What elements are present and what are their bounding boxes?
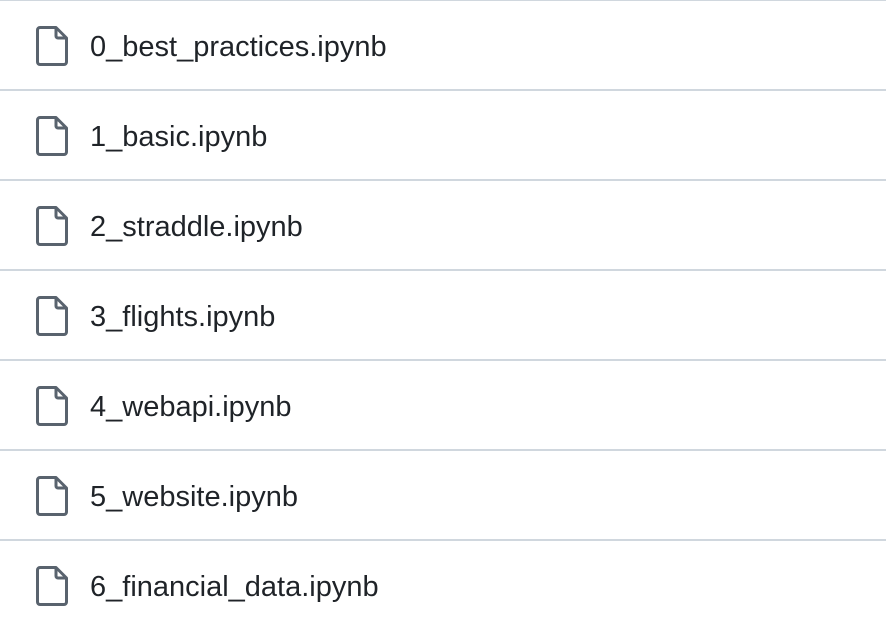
file-link[interactable]: 5_website.ipynb — [90, 483, 298, 512]
file-row[interactable]: 3_flights.ipynb — [0, 271, 886, 361]
file-link[interactable]: 6_financial_data.ipynb — [90, 573, 379, 602]
file-link[interactable]: 2_straddle.ipynb — [90, 213, 303, 242]
file-row[interactable]: 5_website.ipynb — [0, 451, 886, 541]
file-icon — [36, 386, 68, 426]
file-row[interactable]: 4_webapi.ipynb — [0, 361, 886, 451]
file-row[interactable]: 1_basic.ipynb — [0, 91, 886, 181]
file-row[interactable]: 2_straddle.ipynb — [0, 181, 886, 271]
file-icon — [36, 566, 68, 606]
file-row[interactable]: 6_financial_data.ipynb — [0, 541, 886, 628]
file-icon — [36, 296, 68, 336]
file-list: 0_best_practices.ipynb 1_basic.ipynb 2_s… — [0, 0, 886, 628]
file-icon — [36, 476, 68, 516]
file-link[interactable]: 0_best_practices.ipynb — [90, 33, 387, 62]
file-icon — [36, 26, 68, 66]
file-icon — [36, 116, 68, 156]
file-link[interactable]: 4_webapi.ipynb — [90, 393, 292, 422]
file-icon — [36, 206, 68, 246]
file-link[interactable]: 1_basic.ipynb — [90, 123, 267, 152]
file-link[interactable]: 3_flights.ipynb — [90, 303, 275, 332]
file-row[interactable]: 0_best_practices.ipynb — [0, 1, 886, 91]
